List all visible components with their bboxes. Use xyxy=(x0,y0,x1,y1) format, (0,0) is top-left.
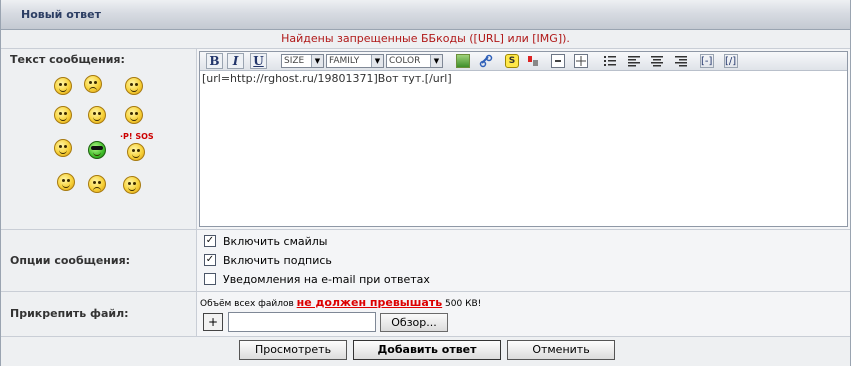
cool-smiley-icon[interactable] xyxy=(88,141,106,159)
enable-smilies-label: Включить смайлы xyxy=(223,235,328,248)
preview-button[interactable]: Просмотреть xyxy=(239,340,347,360)
attach-note-suffix: 500 КВ! xyxy=(445,299,482,309)
options-cell: ✓ Включить смайлы ✓ Включить подпись Уве… xyxy=(197,230,850,291)
chevron-down-icon: ▼ xyxy=(371,55,383,67)
enable-signature-checkbox[interactable]: ✓ xyxy=(204,254,216,266)
sad-smiley-icon[interactable] xyxy=(84,75,102,93)
align-center-icon[interactable] xyxy=(650,54,664,68)
error-message: Найдены запрещенные ББкоды ([URL] или [I… xyxy=(281,32,570,45)
reply-form: Новый ответ Найдены запрещенные ББкоды (… xyxy=(0,0,851,366)
size-select-label: SIZE xyxy=(284,56,305,66)
align-right-icon[interactable] xyxy=(674,54,688,68)
options-row: Опции сообщения: ✓ Включить смайлы ✓ Вкл… xyxy=(1,230,850,292)
underline-button[interactable]: U xyxy=(250,53,267,69)
attach-cell: Объём всех файлов не должен превышать 50… xyxy=(197,292,850,336)
form-title: Новый ответ xyxy=(21,8,101,21)
add-file-button[interactable]: + xyxy=(203,313,223,331)
email-notify-label: Уведомления на e-mail при ответах xyxy=(223,273,430,286)
table-icon[interactable] xyxy=(574,54,588,68)
chevron-down-icon: ▼ xyxy=(430,55,442,67)
enable-smilies-checkbox[interactable]: ✓ xyxy=(204,235,216,247)
error-banner: Найдены запрещенные ББкоды ([URL] или [I… xyxy=(1,30,850,49)
sos-smiley-icon[interactable] xyxy=(127,143,145,161)
file-path-input[interactable] xyxy=(228,312,376,332)
chevron-down-icon: ▼ xyxy=(311,55,323,67)
message-textarea[interactable]: [url=http://rghost.ru/19801371]Вот тут.[… xyxy=(202,72,845,224)
bbcode-editor: B I U SIZE ▼ FAMILY ▼ COLOR ▼ S [-] [/] … xyxy=(199,51,848,227)
grin-smiley-icon[interactable] xyxy=(88,106,106,124)
enable-signature-label: Включить подпись xyxy=(223,254,332,267)
attach-note-prefix: Объём всех файлов xyxy=(200,299,294,309)
offtop-icon[interactable]: [/] xyxy=(724,54,738,68)
italic-button[interactable]: I xyxy=(227,53,244,69)
attach-note-warning: не должен превышать xyxy=(296,296,443,309)
dizzy-smiley-icon[interactable] xyxy=(88,175,106,193)
hide-icon[interactable]: [-] xyxy=(700,54,714,68)
message-editor-cell: B I U SIZE ▼ FAMILY ▼ COLOR ▼ S [-] [/] … xyxy=(197,49,850,229)
attach-row: Прикрепить файл: Объём всех файлов не до… xyxy=(1,292,850,337)
smiley-icon[interactable] xyxy=(54,106,72,124)
family-select[interactable]: FAMILY ▼ xyxy=(326,54,384,68)
quote-icon[interactable] xyxy=(526,54,540,68)
message-label-cell: Текст сообщения: ·P! SOS xyxy=(1,49,197,229)
color-select-label: COLOR xyxy=(389,56,421,66)
smiley-icon[interactable] xyxy=(125,106,143,124)
code-icon[interactable] xyxy=(551,54,565,68)
attach-label: Прикрепить файл: xyxy=(10,307,129,320)
smiley-icon[interactable] xyxy=(54,139,72,157)
message-label: Текст сообщения: xyxy=(10,53,125,66)
list-icon[interactable] xyxy=(603,54,617,68)
options-label: Опции сообщения: xyxy=(10,254,131,267)
browse-button[interactable]: Обзор... xyxy=(380,313,448,332)
attach-size-note: Объём всех файлов не должен превышать 50… xyxy=(200,296,481,309)
thumbs-smiley-icon[interactable] xyxy=(123,176,141,194)
link-icon[interactable] xyxy=(479,54,493,68)
form-actions: Просмотреть Добавить ответ Отменить xyxy=(1,337,850,366)
smiley-icon[interactable] xyxy=(57,173,75,191)
family-select-label: FAMILY xyxy=(329,56,360,66)
attach-label-cell: Прикрепить файл: xyxy=(1,292,197,336)
email-notify-checkbox[interactable] xyxy=(204,273,216,285)
editor-toolbar: B I U SIZE ▼ FAMILY ▼ COLOR ▼ S [-] [/] xyxy=(200,52,847,71)
options-label-cell: Опции сообщения: xyxy=(1,230,197,291)
submit-reply-button[interactable]: Добавить ответ xyxy=(353,340,501,360)
bold-button[interactable]: B xyxy=(206,53,223,69)
smiley-icon[interactable] xyxy=(125,77,143,95)
smiley-icon[interactable] xyxy=(54,77,72,95)
form-header: Новый ответ xyxy=(1,0,850,30)
spoiler-icon[interactable]: S xyxy=(505,54,519,68)
size-select[interactable]: SIZE ▼ xyxy=(281,54,324,68)
sos-smiley-label: ·P! SOS xyxy=(120,132,154,141)
message-row: Текст сообщения: ·P! SOS B I U SIZE ▼ FA… xyxy=(1,49,850,230)
cancel-button[interactable]: Отменить xyxy=(507,340,615,360)
image-icon[interactable] xyxy=(456,54,470,68)
color-select[interactable]: COLOR ▼ xyxy=(386,54,443,68)
align-left-icon[interactable] xyxy=(627,54,641,68)
